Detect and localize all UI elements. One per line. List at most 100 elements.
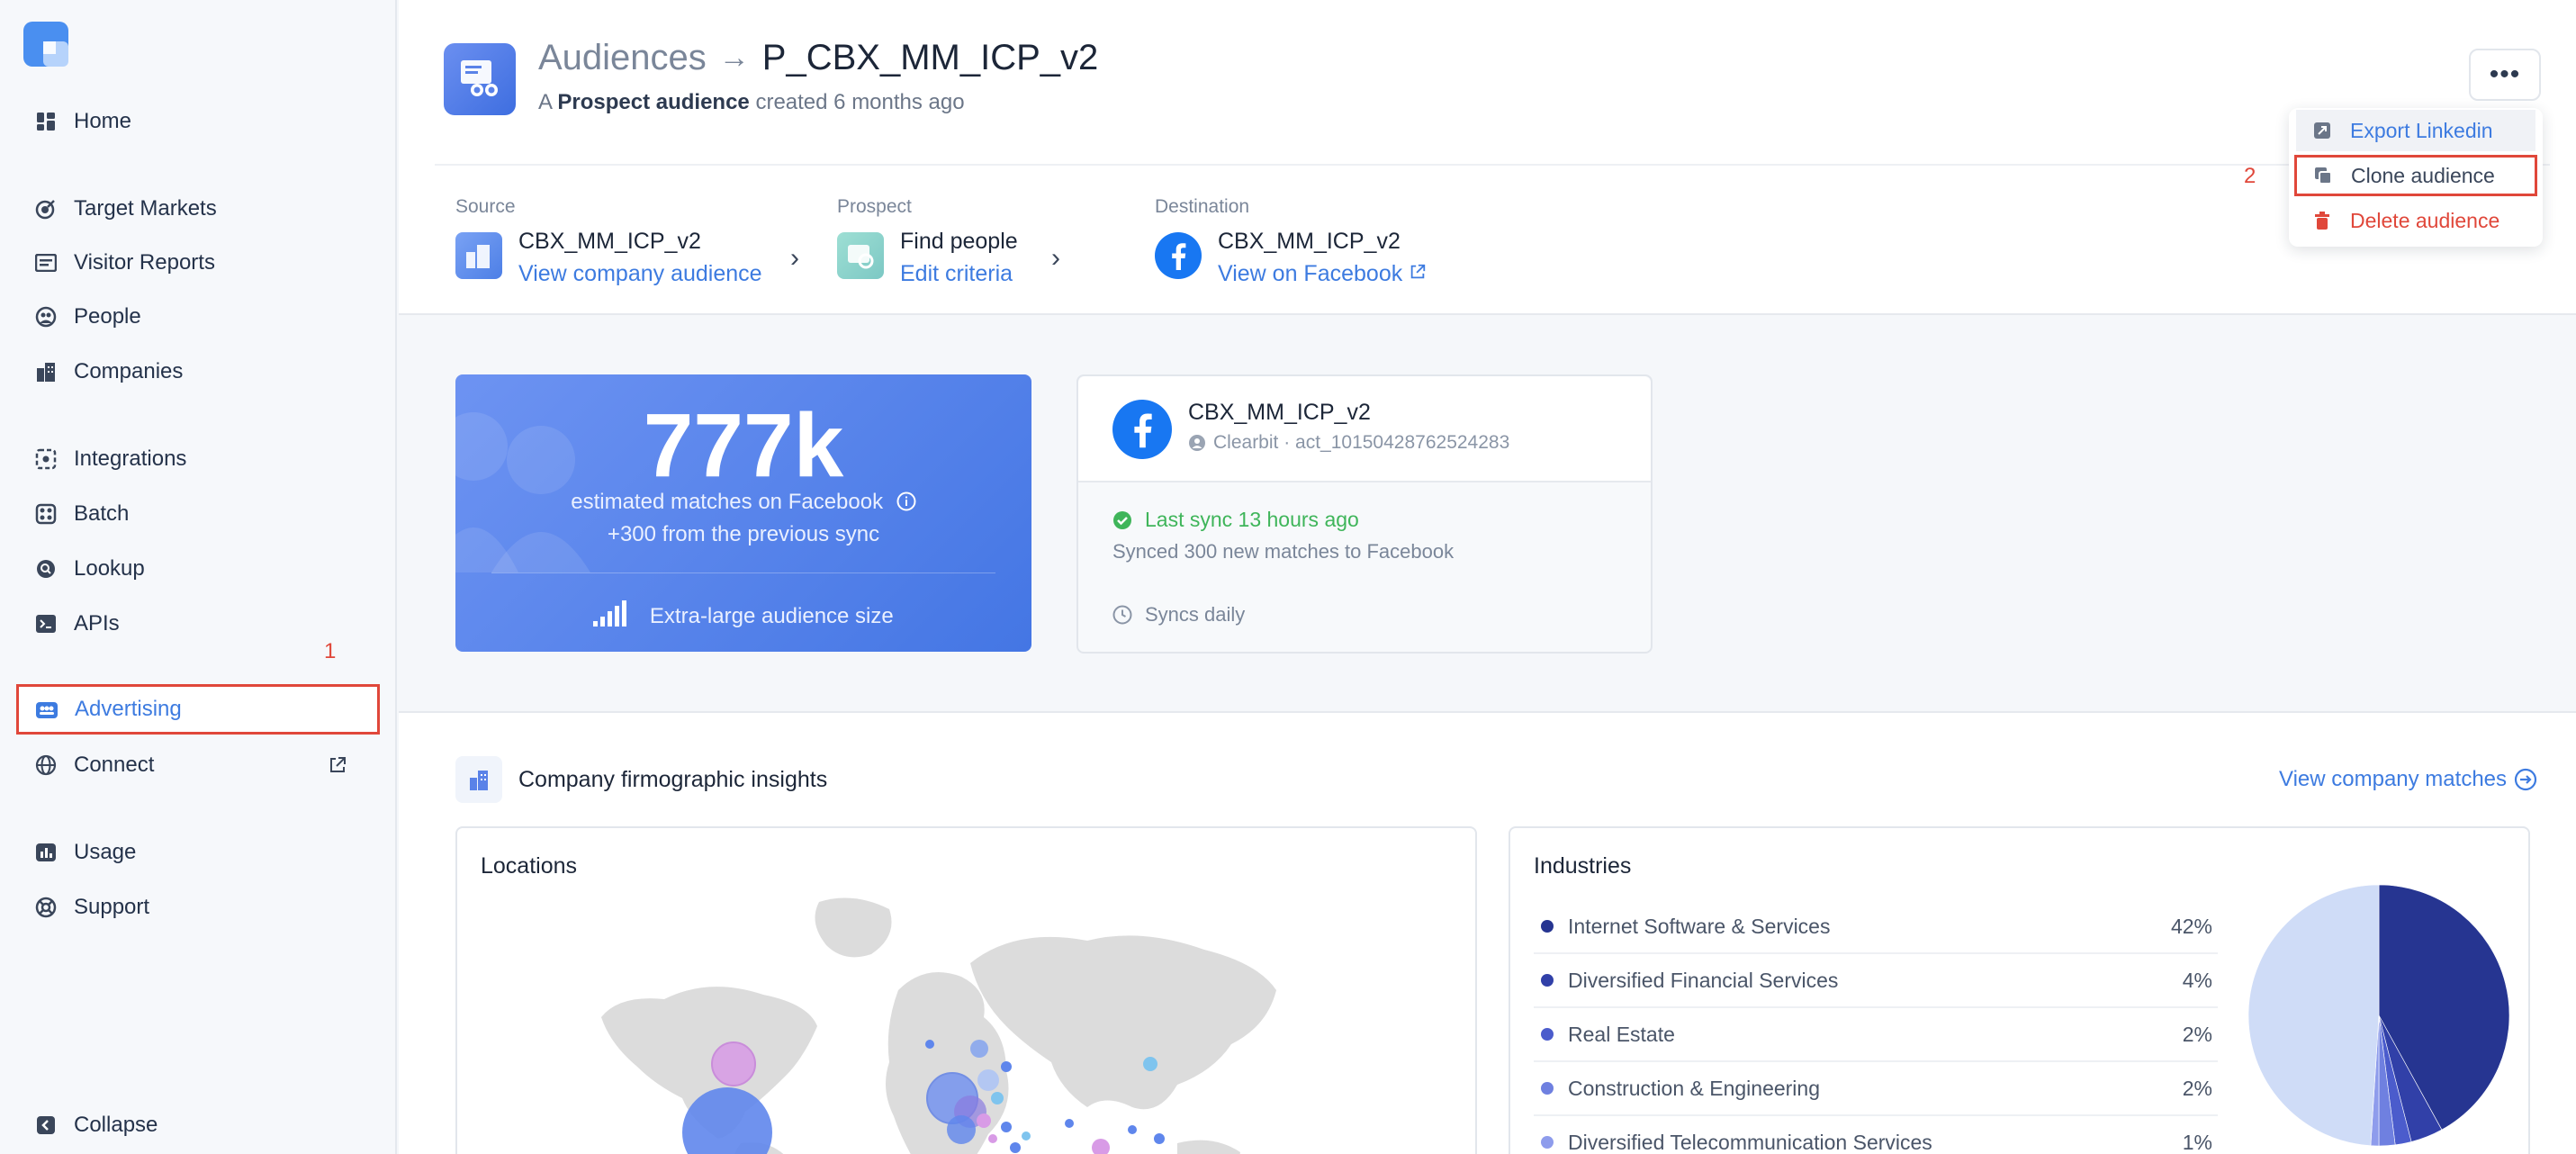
sidebar-item-label: Visitor Reports — [74, 250, 215, 275]
stat-divider — [491, 572, 995, 573]
industry-row: Diversified Telecommunication Services 1… — [1534, 1116, 2218, 1154]
lookup-icon — [34, 557, 58, 581]
industry-name: Diversified Financial Services — [1568, 968, 1839, 992]
chevron-right-icon: › — [1051, 243, 1060, 273]
synced-matches-text: Synced 300 new matches to Facebook — [1112, 540, 1455, 563]
terminal-icon — [34, 612, 58, 636]
sidebar-item-connect[interactable]: Connect — [18, 740, 378, 790]
sidebar-item-label: Home — [74, 109, 132, 133]
export-icon — [2314, 122, 2330, 139]
trash-icon — [2315, 212, 2329, 230]
sidebar-item-integrations[interactable]: Integrations — [18, 434, 378, 484]
sidebar-item-label: APIs — [74, 611, 120, 636]
sidebar-item-label: Companies — [74, 359, 184, 383]
industry-name: Internet Software & Services — [1568, 914, 1831, 938]
edit-criteria-link[interactable]: Edit criteria — [900, 261, 1013, 287]
audience-name: P_CBX_MM_ICP_v2 — [761, 38, 1099, 77]
sync-account-row: Clearbit · act_10150428762524283 — [1188, 432, 1509, 454]
audience-header: Audiences → P_CBX_MM_ICP_v2 A Prospect a… — [399, 0, 2576, 315]
sidebar-item-label: Usage — [74, 840, 137, 864]
destination-name: CBX_MM_ICP_v2 — [1218, 229, 1401, 254]
world-map — [601, 897, 1276, 1154]
matches-label-row: estimated matches on Facebook — [455, 490, 1031, 515]
external-link-icon — [1410, 264, 1426, 279]
annotation-2: 2 — [2244, 164, 2256, 188]
view-on-facebook-link[interactable]: View on Facebook — [1218, 261, 1427, 287]
last-sync-row: Last sync 13 hours ago — [1112, 508, 1359, 532]
clone-audience-menu-item[interactable]: Clone audience — [2294, 155, 2537, 196]
flow-source: Source CBX_MM_ICP_v2 View company audien… — [455, 196, 762, 286]
matches-card: 777k estimated matches on Facebook +300 … — [455, 374, 1031, 652]
insights-icon — [455, 756, 502, 803]
industry-row: Construction & Engineering 2% — [1534, 1062, 2218, 1116]
sidebar-item-label: People — [74, 304, 141, 329]
matches-delta: +300 from the previous sync — [607, 522, 880, 546]
industry-row: Real Estate 2% — [1534, 1008, 2218, 1062]
find-people-icon — [837, 232, 884, 279]
collapse-label: Collapse — [74, 1113, 158, 1137]
subtitle-prefix: A — [538, 90, 552, 114]
sync-frequency-row: Syncs daily — [1112, 603, 1245, 627]
pie-slice-other — [2247, 884, 2380, 1147]
export-linkedin-label: Export Linkedin — [2350, 118, 2493, 142]
legend-dot — [1541, 974, 1554, 987]
collapse-button[interactable]: Collapse — [18, 1100, 378, 1150]
legend-dot — [1541, 1082, 1554, 1095]
locations-panel: Locations — [455, 826, 1477, 1154]
industries-panel: Industries Internet Software & Services … — [1509, 826, 2530, 1154]
check-circle-icon — [1113, 510, 1131, 529]
export-linkedin-menu-item[interactable]: Export Linkedin — [2296, 110, 2535, 151]
industry-percent: 4% — [2182, 968, 2212, 992]
sidebar-item-visitor-reports[interactable]: Visitor Reports — [18, 238, 378, 288]
app-logo[interactable] — [23, 22, 68, 67]
sync-card-header: CBX_MM_ICP_v2 Clearbit · act_10150428762… — [1078, 376, 1651, 482]
industry-percent: 2% — [2182, 1076, 2212, 1100]
info-icon[interactable] — [896, 491, 916, 511]
sidebar-item-companies[interactable]: Companies — [18, 347, 378, 397]
prospect-name: Find people — [900, 229, 1018, 254]
sidebar-item-home[interactable]: Home — [18, 96, 378, 147]
delete-audience-label: Delete audience — [2350, 208, 2500, 232]
industry-name: Real Estate — [1568, 1022, 1675, 1046]
sidebar-item-support[interactable]: Support — [18, 882, 378, 933]
signal-bars-icon — [593, 600, 627, 627]
breadcrumb-audiences[interactable]: Audiences — [538, 38, 707, 78]
matches-label: estimated matches on Facebook — [571, 490, 884, 514]
legend-dot — [1541, 1136, 1554, 1149]
source-name: CBX_MM_ICP_v2 — [518, 229, 701, 254]
sidebar-item-label: Advertising — [75, 697, 182, 721]
sidebar-item-people[interactable]: People — [18, 292, 378, 342]
legend-dot — [1541, 1028, 1554, 1041]
flow-destination: Destination CBX_MM_ICP_v2 View on Facebo… — [1155, 196, 1426, 286]
target-icon — [34, 197, 58, 221]
page-title: Audiences → P_CBX_MM_ICP_v2 — [538, 38, 1098, 78]
sidebar-item-advertising[interactable]: Advertising — [16, 684, 380, 735]
industry-name: Diversified Telecommunication Services — [1568, 1130, 1932, 1154]
sidebar-item-lookup[interactable]: Lookup — [18, 544, 378, 594]
more-actions-button[interactable]: ••• — [2469, 49, 2541, 101]
facebook-icon — [1112, 400, 1172, 459]
locations-title: Locations — [481, 853, 578, 879]
sidebar-item-usage[interactable]: Usage — [18, 827, 378, 878]
facebook-icon — [1155, 232, 1202, 279]
sidebar-item-label: Integrations — [74, 446, 187, 471]
insights-title: Company firmographic insights — [518, 767, 828, 792]
view-company-matches-link[interactable]: View company matches — [2279, 767, 2537, 792]
advertising-icon — [35, 698, 59, 721]
matches-count: 777k — [643, 395, 844, 496]
source-label: Source — [455, 196, 516, 217]
industry-percent: 2% — [2182, 1022, 2212, 1046]
delete-audience-menu-item[interactable]: Delete audience — [2296, 200, 2535, 241]
sidebar: Home Target Markets Visitor Reports Peop… — [0, 0, 397, 1154]
flow-prospect: Prospect Find people Edit criteria — [837, 196, 1018, 286]
industry-name: Construction & Engineering — [1568, 1076, 1820, 1100]
sidebar-item-target-markets[interactable]: Target Markets — [18, 184, 378, 234]
header-divider — [435, 164, 2550, 166]
view-company-audience-link[interactable]: View company audience — [518, 261, 762, 287]
sidebar-item-batch[interactable]: Batch — [18, 489, 378, 539]
sidebar-item-label: Batch — [74, 501, 130, 526]
clock-icon — [1112, 605, 1132, 625]
chevron-right-icon: › — [790, 243, 799, 273]
main-content: Audiences → P_CBX_MM_ICP_v2 A Prospect a… — [399, 0, 2576, 1154]
sidebar-item-label: Target Markets — [74, 196, 217, 221]
